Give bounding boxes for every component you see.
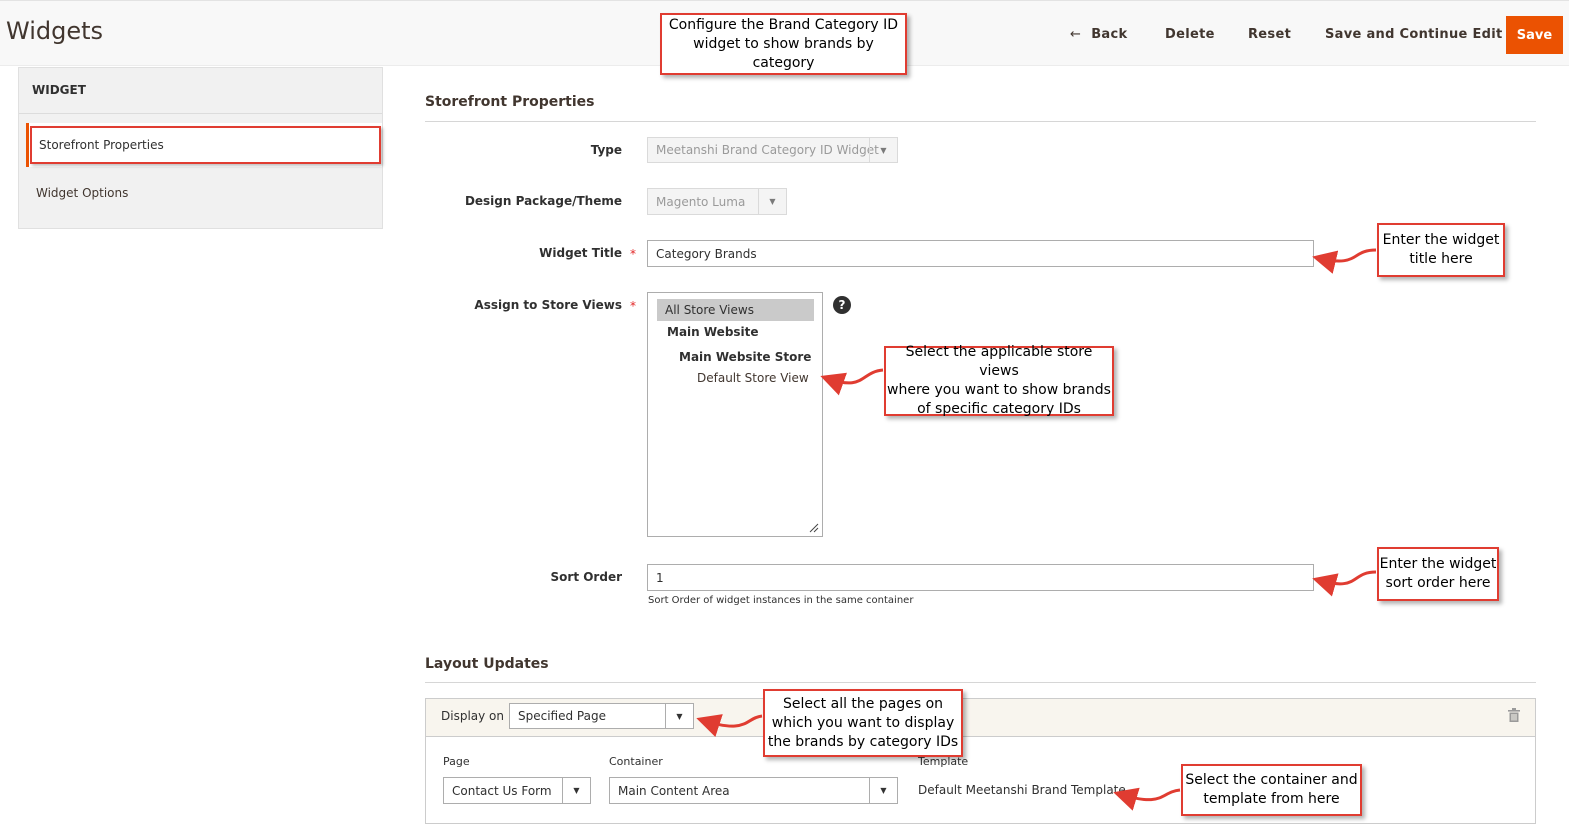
annotation-line: Enter the widget [1382,232,1500,248]
theme-label: Design Package/Theme [464,194,622,208]
save-and-continue-button[interactable]: Save and Continue Edit [1325,27,1503,42]
back-button[interactable]: ← Back [1070,27,1127,42]
annotation-line: widget to show brands by category [693,35,874,71]
store-view-option[interactable]: All Store Views [657,299,814,321]
widget-title-value: Category Brands [656,246,757,261]
container-select-value: Main Content Area [618,783,730,798]
annotation-line: Enter the widget [1379,556,1497,572]
store-view-option[interactable]: Default Store View [697,371,809,385]
required-mark: * [630,299,636,313]
dropdown-arrow-icon: ▼ [869,138,897,162]
save-button[interactable]: Save [1506,16,1563,54]
section-divider [425,121,1536,122]
dropdown-arrow-icon: ▼ [665,704,693,728]
annotation-callout-title: Enter the widget title here [1377,223,1505,277]
dropdown-arrow-icon: ▼ [758,189,786,214]
annotation-callout-sort: Enter the widget sort order here [1377,547,1499,601]
section-divider [425,682,1536,683]
annotation-line: the brands by category IDs [767,733,959,750]
container-select[interactable]: Main Content Area ▼ [609,777,898,804]
highlight-box [30,126,381,164]
display-on-select[interactable]: Specified Page ▼ [509,703,694,729]
type-select: Meetanshi Brand Category ID Widget ▼ [647,137,898,163]
store-view-group: Main Website Store [679,350,812,364]
sidebar-title: WIDGET [32,83,86,97]
annotation-line: of specific category IDs [917,401,1081,417]
annotation-callout-container: Select the container and template from h… [1181,764,1362,816]
annotation-line: Select all the pages on [782,695,944,712]
annotation-arrow [1312,248,1377,274]
annotation-line: Configure the Brand Category ID [668,16,899,33]
annotation-callout-top: Configure the Brand Category ID widget t… [660,13,907,75]
store-view-group: Main Website [667,325,759,339]
widget-title-input[interactable]: Category Brands [647,240,1314,267]
widget-title-label: Widget Title [539,246,622,260]
sort-order-input[interactable]: 1 [647,564,1314,591]
template-value: Default Meetanshi Brand Template [918,783,1126,797]
page-select[interactable]: Contact Us Form ▼ [443,777,591,804]
required-mark: * [630,247,636,261]
annotation-arrow [1312,570,1377,597]
back-button-label: Back [1091,27,1128,42]
delete-button[interactable]: Delete [1165,27,1215,42]
annotation-arrow [820,368,884,396]
annotation-line: Select the container and [1185,772,1358,788]
trash-icon[interactable] [1508,708,1520,722]
type-select-value: Meetanshi Brand Category ID Widget [656,143,879,157]
store-views-multiselect[interactable]: All Store Views Main Website Main Websit… [647,292,823,537]
sort-order-value: 1 [656,570,664,585]
theme-select: Magento Luma ▼ [647,188,787,215]
help-icon[interactable]: ? [833,296,851,314]
display-on-value: Specified Page [518,709,606,723]
reset-button[interactable]: Reset [1248,27,1291,42]
annotation-line: sort order here [1385,575,1491,591]
display-on-label: Display on [441,709,504,723]
page-label: Page [443,755,470,768]
annotation-line: title here [1409,251,1473,267]
type-label: Type [590,143,622,157]
annotation-line: which you want to display [771,714,955,731]
layout-updates-title: Layout Updates [425,656,549,672]
sort-order-label: Sort Order [550,570,622,584]
storefront-section-title: Storefront Properties [425,94,595,110]
page-select-value: Contact Us Form [452,783,552,798]
back-arrow-icon: ← [1070,27,1082,42]
sidebar-divider [19,113,382,114]
store-views-label: Assign to Store Views [474,298,622,312]
page-title: Widgets [6,17,104,45]
sidebar-item-widget-options[interactable]: Widget Options [26,186,382,200]
resize-grip-icon[interactable] [809,523,819,533]
dropdown-arrow-icon: ▼ [869,778,897,803]
sort-order-note: Sort Order of widget instances in the sa… [648,595,914,606]
annotation-line: template from here [1203,791,1340,807]
annotation-line: where you want to show brands [887,382,1111,398]
theme-select-value: Magento Luma [656,194,746,209]
annotation-line: Select the applicable store views [905,344,1093,379]
annotation-callout-pages: Select all the pages on which you want t… [763,689,963,757]
annotation-callout-stores: Select the applicable store views where … [884,344,1114,417]
container-label: Container [609,755,663,768]
dropdown-arrow-icon: ▼ [562,778,590,803]
